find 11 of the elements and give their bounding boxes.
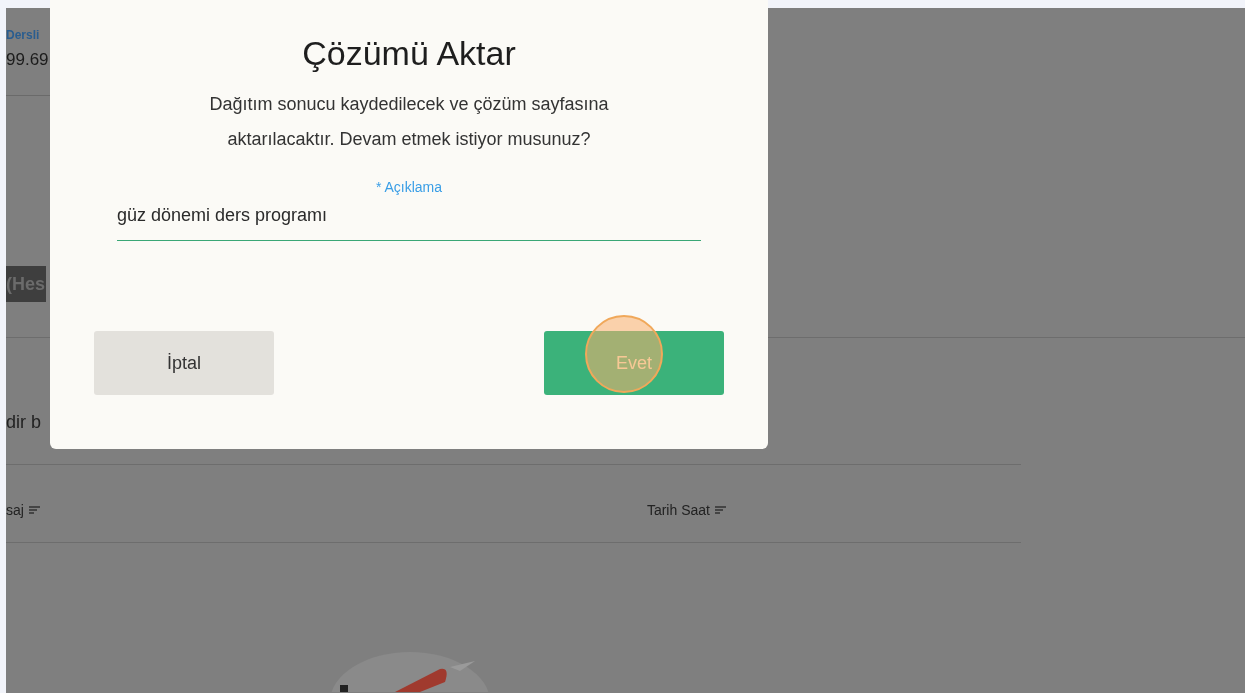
cancel-button[interactable]: İptal xyxy=(94,331,274,395)
sort-icon[interactable] xyxy=(714,505,726,514)
column-header[interactable]: Tarih Saat xyxy=(646,501,726,518)
value-text: 99.69 xyxy=(6,50,49,70)
column-header[interactable]: saj xyxy=(6,501,40,518)
body-text: dir b xyxy=(6,412,41,432)
description-input[interactable]: güz dönemi ders programı xyxy=(117,205,701,241)
sort-icon[interactable] xyxy=(28,505,40,514)
dialog-message: Dağıtım sonucu kaydedilecek ve çözüm sayfasına aktarılacaktır. Devam etmek istiyor musunuz? xyxy=(208,93,610,151)
dialog-title: Çözümü Aktar xyxy=(302,34,516,73)
field-label: * Açıklama xyxy=(375,179,443,195)
